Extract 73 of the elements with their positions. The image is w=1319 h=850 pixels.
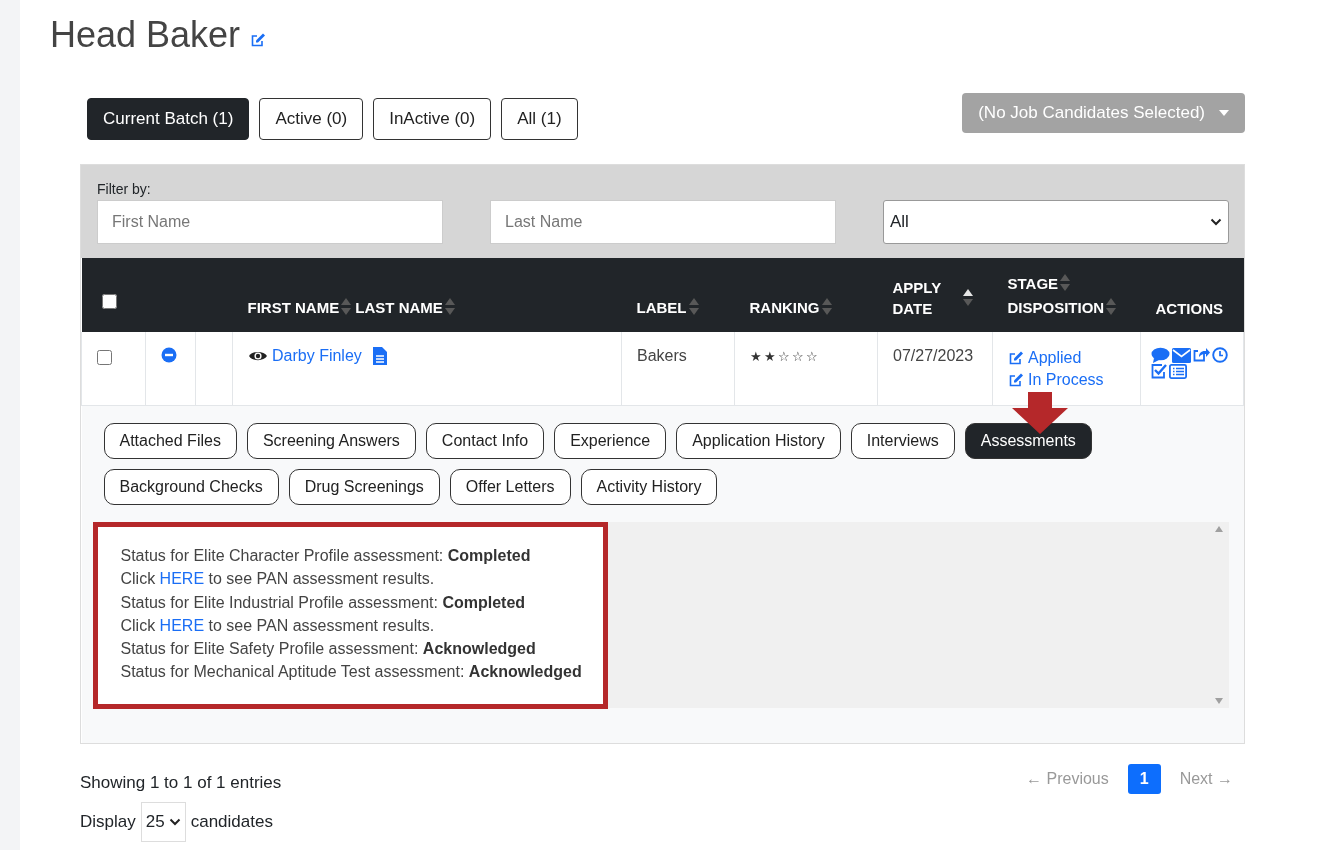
envelope-icon	[1172, 347, 1191, 363]
status-select[interactable]: All	[883, 200, 1229, 244]
scroll-up-icon[interactable]	[1214, 526, 1223, 532]
eye-icon	[248, 349, 268, 363]
collapse-icon[interactable]	[161, 347, 177, 363]
table-cell: Bakers	[637, 347, 687, 364]
detail-tab[interactable]: Experience	[554, 423, 667, 459]
filter-tab[interactable]: InActive (0)	[373, 98, 492, 140]
row-checkbox[interactable]	[97, 350, 112, 365]
assessment-results-text: Click HERE to see PAN assessment results.	[120, 615, 436, 636]
column-header[interactable]: LABEL	[636, 298, 687, 316]
detail-tab[interactable]: Activity History	[580, 469, 718, 505]
detail-tab[interactable]: Interviews	[850, 423, 955, 459]
star-icon: ★	[750, 349, 763, 364]
column-header[interactable]: APPLY	[892, 279, 942, 296]
clock-icon	[1212, 347, 1228, 363]
results-link[interactable]: HERE	[159, 616, 205, 634]
detail-tab[interactable]: Drug Screenings	[288, 469, 440, 505]
results-link[interactable]: HERE	[159, 570, 205, 588]
assessment-status: Status for Elite Industrial Profile assessment: Completed	[120, 592, 527, 613]
assessment-status: Status for Elite Character Profile assessment: Completed	[120, 546, 532, 566]
chat-icon	[1151, 347, 1170, 363]
table-cell: 07/27/2023	[893, 347, 974, 364]
page-button[interactable]: 1	[1127, 764, 1161, 794]
assessment-results-text: Click HERE to see PAN assessment results.	[120, 569, 436, 590]
detail-tab[interactable]: Contact Info	[425, 423, 545, 459]
edit-icon	[1008, 350, 1024, 366]
chevron-icon	[168, 818, 181, 826]
checkbox-icon	[1151, 363, 1167, 379]
sort-icon[interactable]	[963, 288, 974, 308]
assessment-status: Status for Elite Safety Profile assessment: Acknowledged	[120, 639, 537, 660]
page-size-select[interactable]: 25	[140, 802, 186, 842]
last-name-field[interactable]: Last Name	[490, 200, 836, 244]
caret-icon	[1219, 110, 1229, 116]
column-header[interactable]: DISPOSITION	[1007, 298, 1105, 316]
column-header[interactable]: DATE	[892, 300, 942, 317]
candidate-link[interactable]: Darby Finley	[272, 347, 362, 365]
stage-link[interactable]: Applied	[1028, 347, 1082, 369]
detail-tab[interactable]: Attached Files	[103, 423, 237, 459]
filter-tab[interactable]: Current Batch (1)	[87, 98, 250, 140]
star-icon: ★	[764, 349, 777, 364]
star-icon: ☆	[806, 349, 819, 364]
chevron-icon	[1210, 218, 1222, 226]
detail-tab[interactable]: Background Checks	[103, 469, 279, 505]
column-header[interactable]: ACTIONS	[1155, 300, 1223, 317]
detail-tab[interactable]: Assessments	[964, 423, 1092, 459]
select-all-checkbox[interactable]	[101, 294, 117, 309]
column-header[interactable]: RANKING	[749, 298, 820, 316]
scroll-down-icon[interactable]	[1214, 698, 1223, 704]
display-label: candidates	[190, 812, 273, 832]
entries-info: Showing 1 to 1 of 1 entries	[80, 772, 282, 794]
edit-icon	[250, 32, 267, 48]
page-title: Head Baker	[50, 14, 241, 56]
assessment-status: Status for Mechanical Aptitude Test assessment: Acknowledged	[120, 662, 583, 683]
filter-label: Filter by:	[97, 181, 152, 197]
star-icon: ☆	[792, 349, 805, 364]
star-rating[interactable]: ★★☆☆☆	[750, 349, 819, 364]
detail-tab[interactable]: Application History	[676, 423, 841, 459]
filter-tab[interactable]: Active (0)	[259, 98, 364, 140]
first-name-field[interactable]: First Name	[97, 200, 443, 244]
detail-tab[interactable]: Screening Answers	[246, 423, 416, 459]
filter-tab[interactable]: All (1)	[501, 98, 578, 140]
detail-tab[interactable]: Offer Letters	[449, 469, 571, 505]
column-header[interactable]: LAST NAME	[355, 298, 443, 316]
column-header[interactable]: STAGE	[1007, 274, 1059, 292]
disposition-link[interactable]: In Process	[1028, 369, 1104, 391]
edit-icon	[1008, 372, 1024, 388]
document-icon	[372, 347, 387, 365]
display-label: Display	[80, 812, 136, 832]
column-header[interactable]: FIRST NAME	[247, 298, 340, 316]
list-icon	[1169, 363, 1187, 379]
share-icon	[1193, 347, 1210, 363]
star-icon: ☆	[778, 349, 791, 364]
